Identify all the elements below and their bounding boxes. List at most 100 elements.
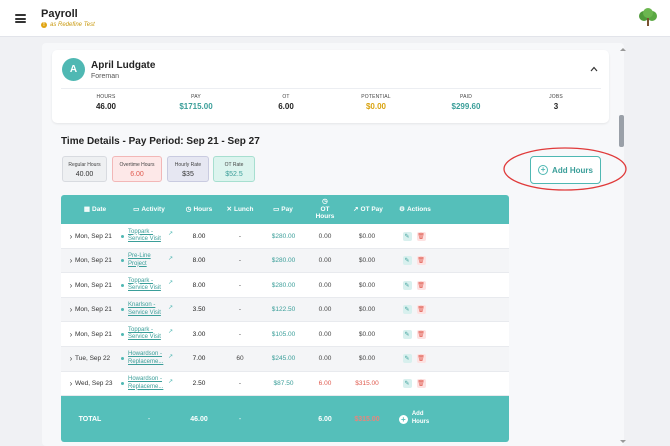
- row-actions: ✎ 🗑: [399, 249, 429, 273]
- row-date: Mon, Sep 21: [75, 232, 112, 240]
- row-activity: Toppark - Service Visit ↗: [121, 322, 181, 346]
- stat-paid: PAID $299.60: [421, 89, 511, 116]
- col-activity: ▭ Activity: [127, 195, 171, 224]
- trash-icon[interactable]: 🗑: [416, 280, 426, 290]
- avatar: A: [62, 58, 85, 81]
- trash-icon[interactable]: 🗑: [416, 329, 426, 339]
- gear-icon: ⚙: [399, 205, 405, 213]
- row-ot-pay: $0.00: [358, 281, 376, 289]
- row-ot-pay: $0.00: [358, 232, 376, 240]
- row-actions: ✎ 🗑: [399, 273, 429, 297]
- table-row: › Tue, Sep 22 Howardson - Replaceme... ↗ …: [61, 346, 509, 372]
- chip-value: $52.5: [225, 171, 243, 178]
- external-link-icon[interactable]: ↗: [168, 378, 173, 385]
- row-hours: 8.00: [192, 257, 206, 265]
- external-link-icon[interactable]: ↗: [168, 304, 173, 311]
- chevron-up-icon[interactable]: [590, 65, 598, 73]
- edit-icon[interactable]: ✎: [402, 354, 412, 364]
- chip-value: 6.00: [130, 171, 144, 178]
- stat-label: PAY: [191, 94, 201, 100]
- col-hours: ◷ Hours: [183, 195, 215, 224]
- activity-link[interactable]: Knarlson - Service Visit: [128, 302, 164, 317]
- trash-icon[interactable]: 🗑: [416, 379, 426, 389]
- worker-card: A April Ludgate Foreman HOURS 46.00 PAY …: [52, 50, 609, 123]
- row-ot-pay: $0.00: [358, 306, 376, 314]
- trash-icon[interactable]: 🗑: [416, 354, 426, 364]
- menu-icon[interactable]: [15, 14, 26, 24]
- row-ot-hours: 0.00: [318, 232, 332, 240]
- activity-link[interactable]: Toppark - Service Visit: [128, 327, 164, 342]
- hourly-rate-chip: Hourly Rate $35: [167, 156, 209, 182]
- external-link-icon[interactable]: ↗: [168, 353, 173, 360]
- activity-link[interactable]: Pre-Line Project: [128, 253, 164, 268]
- chip-label: Regular Hours: [68, 162, 101, 168]
- total-lunch: -: [238, 415, 242, 423]
- table-header: ▦ Date ▭ Activity ◷ Hours ✕ Lunch ▭ Pay ◷ OT H…: [61, 195, 509, 224]
- table-row: › Mon, Sep 21 Toppark - Service Visit ↗ 3…: [61, 322, 509, 347]
- wallet-icon: ▭: [273, 205, 280, 213]
- stat-ot: OT 6.00: [241, 89, 331, 116]
- row-ot-pay: $0.00: [358, 355, 376, 363]
- trash-icon[interactable]: 🗑: [416, 305, 426, 315]
- status-dot: [121, 382, 124, 386]
- status-dot: [121, 283, 124, 287]
- external-link-icon[interactable]: ↗: [168, 279, 173, 286]
- top-bar: Payroll ! as Redefine Test: [0, 0, 670, 37]
- row-date: Tue, Sep 22: [75, 355, 111, 363]
- status-dot: [121, 259, 124, 263]
- worker-role: Foreman: [91, 73, 120, 80]
- chip-label: Overtime Hours: [119, 162, 155, 168]
- page-title: Payroll: [41, 8, 78, 20]
- activity-link[interactable]: Toppark - Service Visit: [128, 278, 164, 293]
- stat-value: 6.00: [278, 102, 294, 111]
- warning-icon: !: [41, 22, 47, 28]
- row-actions: ✎ 🗑: [399, 298, 429, 322]
- external-link-icon[interactable]: ↗: [168, 255, 173, 262]
- row-hours: 8.00: [192, 232, 206, 240]
- total-hours: 46.00: [190, 415, 208, 423]
- activity-link[interactable]: Howardson - Replaceme...: [128, 376, 164, 391]
- overtime-hours-chip: Overtime Hours 6.00: [112, 156, 162, 182]
- trash-icon[interactable]: 🗑: [416, 256, 426, 266]
- total-ot-pay: $315.00: [354, 415, 380, 423]
- external-link-icon[interactable]: ↗: [168, 230, 173, 237]
- row-ot-hours: 0.00: [318, 330, 332, 338]
- row-hours: 3.50: [192, 306, 206, 314]
- row-actions: ✎ 🗑: [399, 347, 429, 371]
- stat-value: 46.00: [95, 102, 117, 111]
- scroll-up-arrow-icon[interactable]: [620, 48, 626, 51]
- row-ot-pay: $0.00: [358, 330, 376, 338]
- status-dot: [121, 308, 124, 312]
- edit-icon[interactable]: ✎: [402, 256, 412, 266]
- activity-link[interactable]: Toppark - Service Visit: [128, 229, 164, 244]
- status-dot: [121, 332, 124, 336]
- total-label: TOTAL: [78, 415, 102, 423]
- table-row: › Mon, Sep 21 Pre-Line Project ↗ 8.00 - $…: [61, 248, 509, 274]
- external-link-icon[interactable]: ↗: [168, 328, 173, 335]
- row-hours: 3.00: [192, 330, 206, 338]
- row-activity: Howardson - Replaceme... ↗: [121, 372, 181, 396]
- trash-icon[interactable]: 🗑: [416, 231, 426, 241]
- activity-link[interactable]: Howardson - Replaceme...: [128, 351, 164, 366]
- edit-icon[interactable]: ✎: [402, 231, 412, 241]
- worker-name: April Ludgate: [91, 60, 156, 71]
- ot-clock-icon: ◷: [322, 197, 328, 205]
- col-label: OT Pay: [360, 205, 383, 213]
- scrollbar-thumb[interactable]: [619, 115, 624, 147]
- row-hours: 7.00: [192, 355, 206, 363]
- row-pay: $280.00: [271, 281, 296, 289]
- stat-label: POTENTIAL: [361, 94, 391, 100]
- status-dot: [121, 357, 124, 361]
- edit-icon[interactable]: ✎: [402, 379, 412, 389]
- edit-icon[interactable]: ✎: [402, 329, 412, 339]
- scroll-down-arrow-icon[interactable]: [620, 440, 626, 443]
- edit-icon[interactable]: ✎: [402, 280, 412, 290]
- impersonation-text: as Redefine Test: [50, 22, 95, 28]
- chip-value: $35: [182, 171, 194, 178]
- total-ot-hours: 6.00: [318, 415, 332, 423]
- col-label: Date: [92, 205, 107, 213]
- footer-add-hours-button[interactable]: + Add Hours: [398, 396, 429, 442]
- edit-icon[interactable]: ✎: [402, 305, 412, 315]
- col-label: Actions: [406, 205, 431, 213]
- row-pay: $105.00: [271, 330, 296, 338]
